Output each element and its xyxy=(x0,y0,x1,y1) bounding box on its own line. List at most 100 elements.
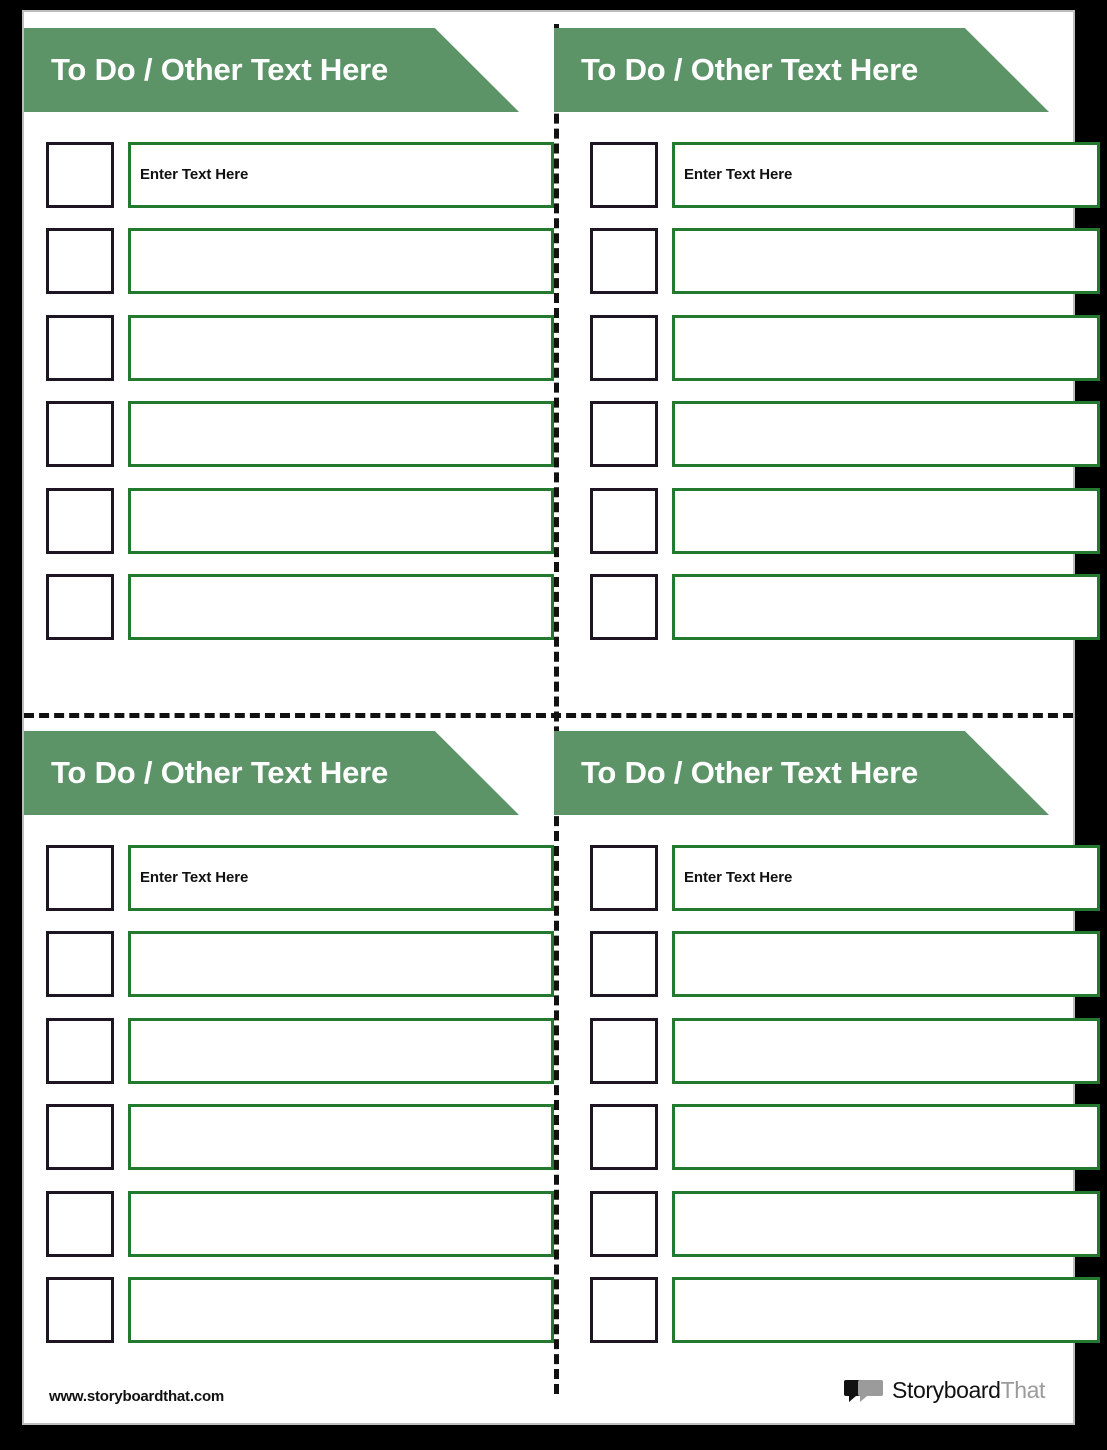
task-row xyxy=(554,931,1100,1017)
task-row xyxy=(24,314,554,401)
task-row xyxy=(554,1190,1100,1277)
task-checkbox[interactable] xyxy=(590,314,658,381)
task-row xyxy=(554,1276,1100,1363)
task-text-field[interactable] xyxy=(672,1190,1100,1257)
task-row xyxy=(24,573,554,660)
task-checkbox[interactable] xyxy=(590,228,658,295)
task-text-field[interactable]: Enter Text Here xyxy=(672,845,1100,911)
task-text-field[interactable] xyxy=(672,1276,1100,1343)
task-text-field[interactable] xyxy=(128,1104,554,1171)
worksheet-sheet: To Do / Other Text Here Enter Text Here xyxy=(22,10,1100,1425)
task-text-field[interactable] xyxy=(672,1017,1100,1084)
task-rows-top-right: Enter Text Here xyxy=(554,142,1100,660)
task-checkbox[interactable] xyxy=(46,573,114,640)
task-text-field[interactable] xyxy=(672,931,1100,998)
task-row xyxy=(24,401,554,487)
task-row xyxy=(24,487,554,574)
task-checkbox[interactable] xyxy=(46,314,114,381)
task-text-value: Enter Text Here xyxy=(684,166,793,183)
panel-header-bottom-left: To Do / Other Text Here xyxy=(24,731,519,815)
panel-title: To Do / Other Text Here xyxy=(581,755,919,790)
panel-bottom-left: To Do / Other Text Here Enter Text Here xyxy=(24,715,554,1415)
task-row: Enter Text Here xyxy=(24,845,554,931)
task-checkbox[interactable] xyxy=(590,401,658,468)
task-text-field[interactable] xyxy=(128,1017,554,1084)
page-frame: To Do / Other Text Here Enter Text Here xyxy=(0,0,1107,1450)
task-text-field[interactable] xyxy=(128,1190,554,1257)
task-text-field[interactable] xyxy=(128,931,554,998)
task-row xyxy=(554,1017,1100,1104)
task-checkbox[interactable] xyxy=(46,1017,114,1084)
task-rows-bottom-right: Enter Text Here xyxy=(554,845,1100,1363)
task-text-value: Enter Text Here xyxy=(140,869,249,886)
task-checkbox[interactable] xyxy=(590,142,658,208)
task-checkbox[interactable] xyxy=(590,1104,658,1171)
task-row xyxy=(554,1104,1100,1190)
panel-top-right: To Do / Other Text Here Enter Text Here xyxy=(554,12,1100,712)
task-row xyxy=(24,1190,554,1277)
task-text-field[interactable] xyxy=(672,314,1100,381)
task-checkbox[interactable] xyxy=(46,487,114,554)
task-text-field[interactable] xyxy=(128,228,554,295)
panel-title: To Do / Other Text Here xyxy=(51,755,389,790)
task-row: Enter Text Here xyxy=(24,142,554,228)
task-row: Enter Text Here xyxy=(554,142,1100,228)
panel-title: To Do / Other Text Here xyxy=(581,52,919,87)
task-text-field[interactable]: Enter Text Here xyxy=(128,845,554,911)
task-text-field[interactable] xyxy=(128,487,554,554)
task-checkbox[interactable] xyxy=(590,931,658,998)
task-rows-top-left: Enter Text Here xyxy=(24,142,554,660)
task-text-field[interactable] xyxy=(672,401,1100,468)
task-text-field[interactable] xyxy=(128,1276,554,1343)
task-text-field[interactable] xyxy=(128,573,554,640)
task-text-field[interactable]: Enter Text Here xyxy=(128,142,554,208)
task-checkbox[interactable] xyxy=(590,573,658,640)
logo-text-gray: That xyxy=(1000,1377,1046,1403)
speech-bubbles-icon xyxy=(844,1378,884,1404)
task-checkbox[interactable] xyxy=(590,845,658,911)
logo-wordmark: StoryboardThat xyxy=(892,1377,1045,1404)
storyboardthat-logo[interactable]: StoryboardThat xyxy=(844,1377,1045,1404)
task-checkbox[interactable] xyxy=(590,1190,658,1257)
task-checkbox[interactable] xyxy=(46,1276,114,1343)
task-text-field[interactable]: Enter Text Here xyxy=(672,142,1100,208)
task-text-field[interactable] xyxy=(672,487,1100,554)
task-row xyxy=(554,401,1100,487)
task-row xyxy=(24,228,554,314)
task-row xyxy=(554,314,1100,401)
task-text-field[interactable] xyxy=(672,1104,1100,1171)
task-row xyxy=(24,1017,554,1104)
task-checkbox[interactable] xyxy=(46,1104,114,1171)
task-checkbox[interactable] xyxy=(46,228,114,295)
task-row xyxy=(554,487,1100,574)
task-row xyxy=(24,1104,554,1190)
task-row xyxy=(24,1276,554,1363)
task-checkbox[interactable] xyxy=(46,1190,114,1257)
task-row: Enter Text Here xyxy=(554,845,1100,931)
task-row xyxy=(554,573,1100,660)
task-checkbox[interactable] xyxy=(590,487,658,554)
logo-text-dark: Storyboard xyxy=(892,1377,1001,1403)
footer-website-url[interactable]: www.storyboardthat.com xyxy=(49,1388,224,1405)
task-rows-bottom-left: Enter Text Here xyxy=(24,845,554,1363)
task-row xyxy=(24,931,554,1017)
panel-header-bottom-right: To Do / Other Text Here xyxy=(554,731,1049,815)
panel-header-top-left: To Do / Other Text Here xyxy=(24,28,519,112)
task-text-value: Enter Text Here xyxy=(684,869,793,886)
task-checkbox[interactable] xyxy=(590,1017,658,1084)
task-text-field[interactable] xyxy=(128,401,554,468)
task-text-field[interactable] xyxy=(128,314,554,381)
panel-title: To Do / Other Text Here xyxy=(51,52,389,87)
panel-top-left: To Do / Other Text Here Enter Text Here xyxy=(24,12,554,712)
task-text-value: Enter Text Here xyxy=(140,166,249,183)
task-checkbox[interactable] xyxy=(46,401,114,468)
panel-header-top-right: To Do / Other Text Here xyxy=(554,28,1049,112)
task-checkbox[interactable] xyxy=(46,845,114,911)
task-checkbox[interactable] xyxy=(590,1276,658,1343)
task-text-field[interactable] xyxy=(672,228,1100,295)
task-row xyxy=(554,228,1100,314)
task-checkbox[interactable] xyxy=(46,142,114,208)
task-checkbox[interactable] xyxy=(46,931,114,998)
task-text-field[interactable] xyxy=(672,573,1100,640)
panel-bottom-right: To Do / Other Text Here Enter Text Here xyxy=(554,715,1100,1415)
